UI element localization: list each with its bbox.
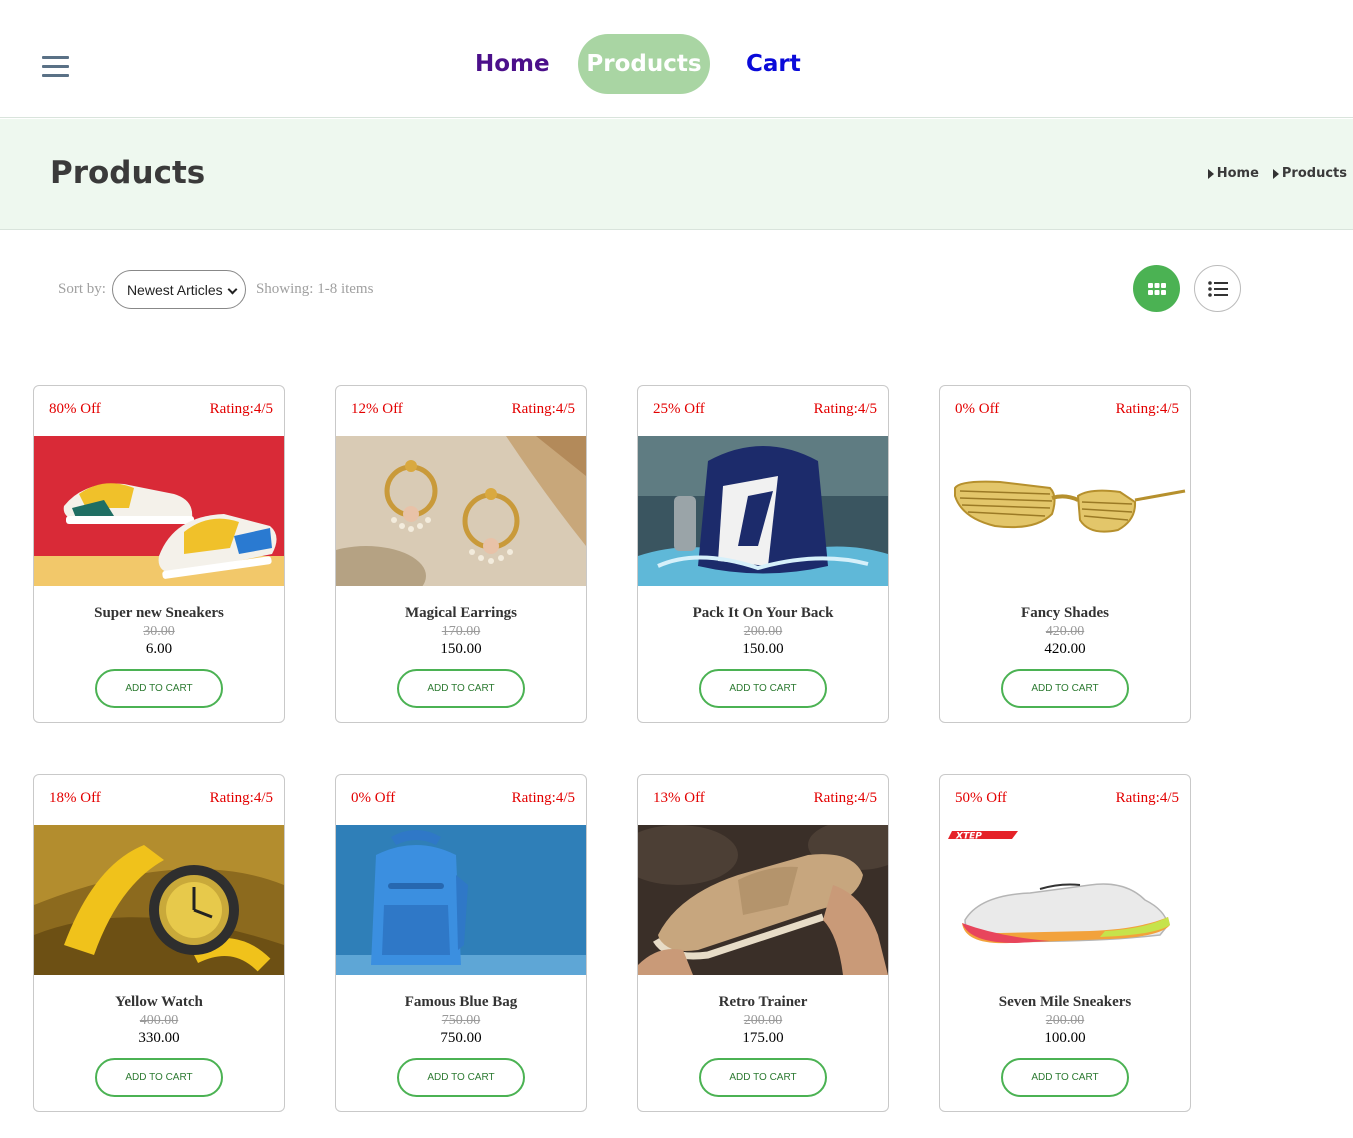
breadcrumb-products-label: Products [1281,166,1347,181]
sort-select[interactable]: Newest Articles [111,270,246,309]
sneakers-photo[interactable] [34,436,284,586]
add-to-cart-button[interactable]: ADD TO CART [1001,669,1129,708]
add-to-cart-button[interactable]: ADD TO CART [397,669,525,708]
card-top: 0% Off Rating:4/5 [336,775,586,825]
original-price: 750.00 [441,1013,481,1028]
nav-link-cart[interactable]: Cart [746,34,801,94]
sale-price: 175.00 [742,1030,784,1046]
product-card[interactable]: 13% Off Rating:4/5 Retro Trainer 200.00 … [637,774,889,1112]
add-to-cart-button[interactable]: ADD TO CART [1001,1058,1129,1097]
sale-price: 420.00 [1044,641,1086,657]
product-card[interactable]: 50% Off Rating:4/5 XTEP Seven Mile Sneak… [939,774,1191,1112]
product-toolbar: Sort by: Newest Articles Showing: 1-8 it… [58,270,373,309]
backpack-photo[interactable] [638,436,888,586]
sort-select-value: Newest Articles [126,281,223,298]
list-view-button[interactable] [1194,265,1241,312]
showing-count: Showing: 1-8 items [255,281,374,297]
discount-badge: 0% Off [955,401,1000,417]
product-card[interactable]: 25% Off Rating:4/5 Pack It On Your Back … [637,385,889,723]
original-price: 30.00 [143,624,175,639]
blue-bag-photo[interactable] [336,825,586,975]
rating: Rating:4/5 [511,401,575,417]
product-name: Yellow Watch [115,994,203,1010]
product-card[interactable]: 0% Off Rating:4/5 Fancy Shades 420.00 42… [939,385,1191,723]
card-top: 50% Off Rating:4/5 [940,775,1190,825]
sale-price: 150.00 [440,641,482,657]
yellow-watch-photo[interactable] [34,825,284,975]
original-price: 200.00 [1045,1013,1085,1028]
card-top: 80% Off Rating:4/5 [34,386,284,436]
discount-badge: 18% Off [49,790,101,806]
discount-badge: 80% Off [49,401,101,417]
add-to-cart-button[interactable]: ADD TO CART [95,1058,223,1097]
retro-trainer-photo[interactable] [638,825,888,975]
product-card[interactable]: 0% Off Rating:4/5 Famous Blue Bag 750.00… [335,774,587,1112]
product-name: Seven Mile Sneakers [998,994,1132,1010]
product-name: Super new Sneakers [94,605,224,621]
running-shoe-photo[interactable]: XTEP [940,825,1190,975]
product-name: Retro Trainer [718,994,808,1010]
caret-right-icon [1207,168,1214,179]
card-top: 0% Off Rating:4/5 [940,386,1190,436]
product-card[interactable]: 18% Off Rating:4/5 Yellow Watch 400.00 3… [33,774,285,1112]
card-top: 18% Off Rating:4/5 [34,775,284,825]
rating: Rating:4/5 [813,790,877,806]
discount-badge: 25% Off [653,401,705,417]
rating: Rating:4/5 [511,790,575,806]
product-card[interactable]: 12% Off Rating:4/5 Magical Earrings 170.… [335,385,587,723]
top-navigation: Home Products Cart [0,0,1353,118]
earrings-photo[interactable] [336,436,586,586]
shutter-shades-photo[interactable] [940,436,1190,586]
discount-badge: 12% Off [351,401,403,417]
grid-view-button[interactable] [1133,265,1180,312]
nav-link-home[interactable]: Home [475,34,550,94]
discount-badge: 50% Off [955,790,1007,806]
rating: Rating:4/5 [209,401,273,417]
page-header: Products Home Products [0,119,1353,230]
original-price: 200.00 [743,1013,783,1028]
page-title: Products [50,155,206,191]
card-top: 25% Off Rating:4/5 [638,386,888,436]
rating: Rating:4/5 [813,401,877,417]
chevron-down-icon [227,284,238,295]
product-name: Magical Earrings [404,605,518,621]
breadcrumb-home[interactable]: Home [1207,166,1259,181]
list-view-icon [1207,280,1228,297]
card-top: 13% Off Rating:4/5 [638,775,888,825]
rating: Rating:4/5 [1115,790,1179,806]
add-to-cart-button[interactable]: ADD TO CART [397,1058,525,1097]
svg-text:XTEP: XTEP [955,832,982,842]
nav-link-products[interactable]: Products [578,34,710,94]
original-price: 170.00 [441,624,481,639]
add-to-cart-button[interactable]: ADD TO CART [699,1058,827,1097]
rating: Rating:4/5 [1115,401,1179,417]
product-name: Pack It On Your Back [692,605,834,621]
add-to-cart-button[interactable]: ADD TO CART [699,669,827,708]
caret-right-icon [1272,168,1279,179]
breadcrumb: Home Products [1207,166,1347,181]
hamburger-menu-icon[interactable] [42,56,70,78]
sort-label: Sort by: [58,281,106,297]
discount-badge: 0% Off [351,790,396,806]
rating: Rating:4/5 [209,790,273,806]
sale-price: 750.00 [440,1030,482,1046]
breadcrumb-home-label: Home [1216,166,1259,181]
product-card[interactable]: 80% Off Rating:4/5 Super new Sneakers 30… [33,385,285,723]
sale-price: 6.00 [145,641,173,657]
original-price: 400.00 [139,1013,179,1028]
sale-price: 150.00 [742,641,784,657]
add-to-cart-button[interactable]: ADD TO CART [95,669,223,708]
original-price: 420.00 [1045,624,1085,639]
discount-badge: 13% Off [653,790,705,806]
breadcrumb-products[interactable]: Products [1272,166,1347,181]
card-top: 12% Off Rating:4/5 [336,386,586,436]
product-name: Famous Blue Bag [404,994,518,1010]
product-name: Fancy Shades [1021,605,1109,621]
original-price: 200.00 [743,624,783,639]
sale-price: 100.00 [1044,1030,1086,1046]
sale-price: 330.00 [138,1030,180,1046]
grid-view-icon [1147,282,1166,295]
